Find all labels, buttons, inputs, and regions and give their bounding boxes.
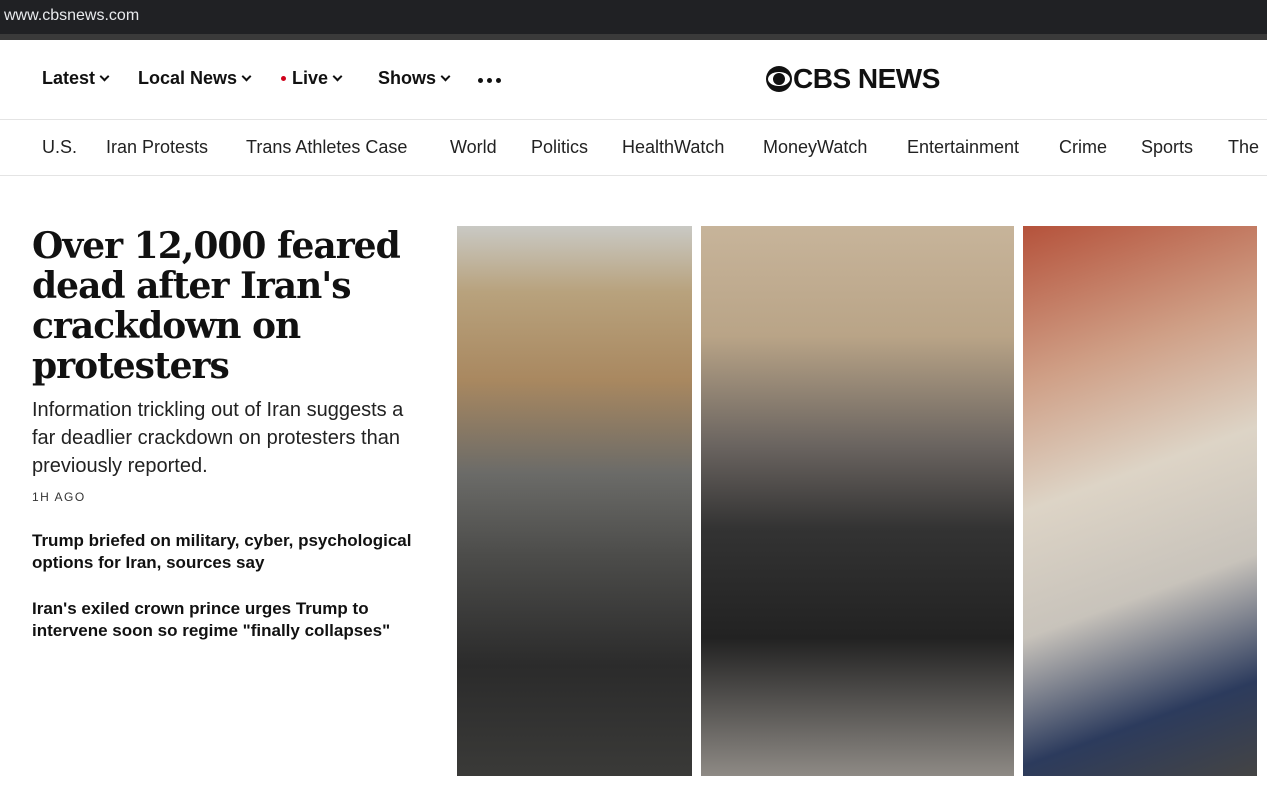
nav-shows-label: Shows [378,68,437,88]
nav-latest[interactable]: Latest [42,68,110,89]
section-trans-athletes-case[interactable]: Trans Athletes Case [246,137,407,158]
nav-local-news[interactable]: Local News [138,68,252,89]
nav-latest-label: Latest [42,68,96,88]
section-healthwatch[interactable]: HealthWatch [622,137,724,158]
chevron-down-icon [241,71,252,82]
nav-live[interactable]: Live [281,68,343,89]
nav-local-news-label: Local News [138,68,238,88]
browser-address-bar[interactable]: www.cbsnews.com [0,0,1267,34]
related-story-link[interactable]: Trump briefed on military, cyber, psycho… [32,530,412,573]
lead-photo[interactable] [457,226,692,776]
section-world[interactable]: World [450,137,497,158]
section-the[interactable]: The [1228,137,1259,158]
top-navigation: Latest Local News Live Shows CBS NEWS [0,40,1267,120]
more-dots-icon[interactable] [478,78,501,83]
lead-photo[interactable] [701,226,1014,776]
cbs-news-logo[interactable]: CBS NEWS [766,63,940,95]
lead-timestamp: 1H AGO [32,490,86,504]
live-dot-icon [281,76,286,81]
section-us[interactable]: U.S. [42,137,77,158]
lead-headline[interactable]: Over 12,000 feared dead after Iran's cra… [32,226,412,386]
section-crime[interactable]: Crime [1059,137,1107,158]
chevron-down-icon [332,71,343,82]
lead-dek: Information trickling out of Iran sugges… [32,399,404,477]
nav-live-label: Live [292,68,329,88]
related-story-link[interactable]: Iran's exiled crown prince urges Trump t… [32,598,412,641]
logo-text: CBS NEWS [793,63,940,94]
url-text[interactable]: www.cbsnews.com [4,7,139,25]
cbs-eye-icon [766,66,792,92]
lead-photo[interactable] [1023,226,1257,776]
section-entertainment[interactable]: Entertainment [907,137,1019,158]
chevron-down-icon [99,71,110,82]
chevron-down-icon [440,71,451,82]
section-navigation: U.S. Iran Protests Trans Athletes Case W… [0,120,1267,176]
section-moneywatch[interactable]: MoneyWatch [763,137,867,158]
nav-shows[interactable]: Shows [378,68,451,89]
section-politics[interactable]: Politics [531,137,588,158]
section-iran-protests[interactable]: Iran Protests [106,137,208,158]
section-sports[interactable]: Sports [1141,137,1193,158]
